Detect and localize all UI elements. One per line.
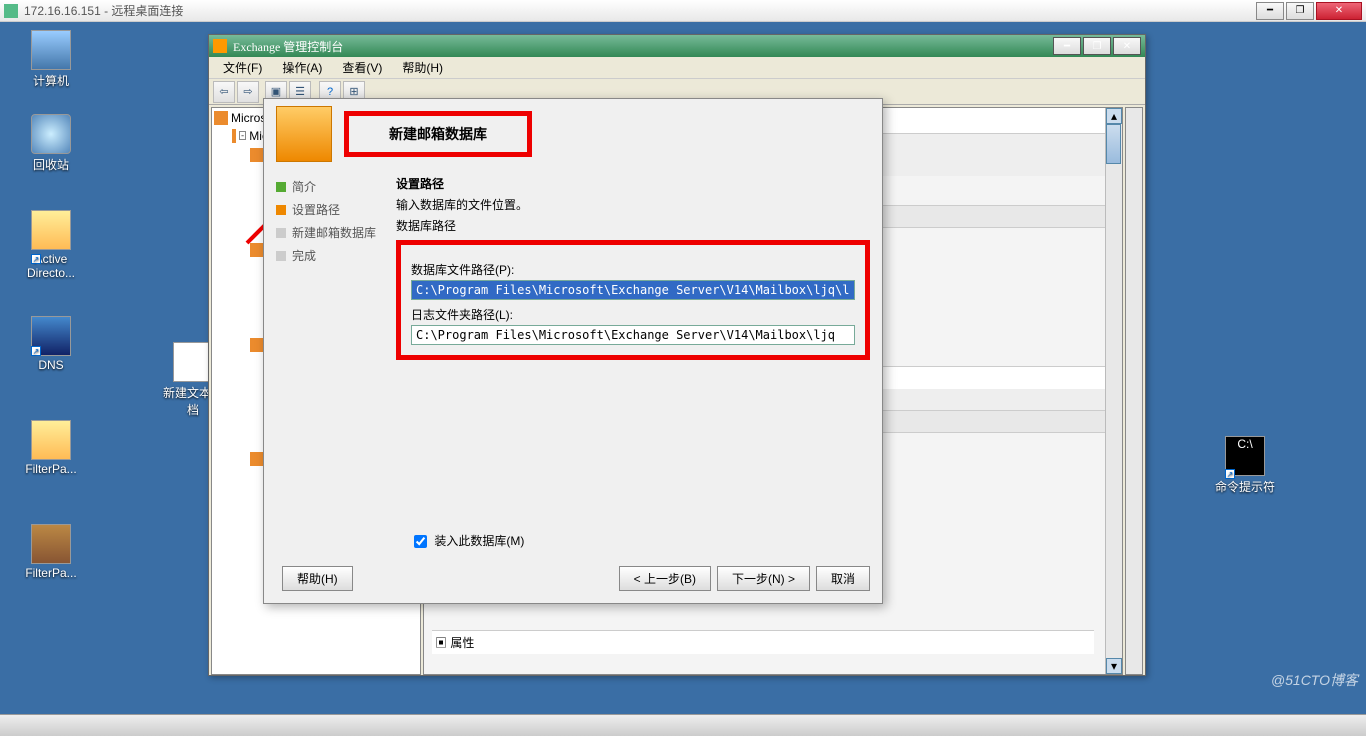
remote-desktop: 计算机 回收站 ↗Active Directo... ↗DNS FilterPa… [0,22,1366,714]
next-button[interactable]: 下一步(N) > [717,566,810,591]
mount-database-checkbox[interactable] [414,535,427,548]
rdp-icon [4,4,18,18]
tb-forward-button[interactable]: ⇨ [237,81,259,103]
mailbox-database-icon [276,106,332,162]
step-set-path: 设置路径 [276,198,396,221]
menu-view[interactable]: 查看(V) [332,57,392,78]
mmc-menubar: 文件(F) 操作(A) 查看(V) 帮助(H) [209,57,1145,79]
desktop-icon-cmd[interactable]: C:\↗命令提示符 [1210,436,1280,495]
menu-help[interactable]: 帮助(H) [392,57,453,78]
help-button[interactable]: 帮助(H) [282,566,353,591]
tb-back-button[interactable]: ⇦ [213,81,235,103]
step-new-db: 新建邮箱数据库 [276,221,396,244]
wizard-banner: 新建邮箱数据库 [264,99,882,169]
paths-group-highlight: 数据库文件路径(P): 日志文件夹路径(L): [396,240,870,360]
group-title: 数据库路径 [396,217,870,234]
cancel-button[interactable]: 取消 [816,566,870,591]
log-path-input[interactable] [411,325,855,345]
mmc-close-button[interactable]: ✕ [1113,37,1141,55]
mmc-minimize-button[interactable]: ━ [1053,37,1081,55]
desktop-icon-filterpack2[interactable]: FilterPa... [16,524,86,580]
rdp-minimize-button[interactable]: ━ [1256,2,1284,20]
new-mailbox-database-wizard: 新建邮箱数据库 简介 设置路径 新建邮箱数据库 完成 设置路径 输入数据库的文件… [263,98,883,604]
desktop-icon-filterpack1[interactable]: FilterPa... [16,420,86,476]
mmc-title-text: Exchange 管理控制台 [233,38,1051,55]
mmc-titlebar[interactable]: Exchange 管理控制台 ━ ❐ ✕ [209,35,1145,57]
menu-action[interactable]: 操作(A) [272,57,332,78]
wizard-steps: 简介 设置路径 新建邮箱数据库 完成 [276,175,396,539]
log-path-label: 日志文件夹路径(L): [411,306,855,323]
rdp-titlebar: 172.16.16.151 - 远程桌面连接 ━ ❐ ✕ [0,0,1366,22]
rdp-maximize-button[interactable]: ❐ [1286,2,1314,20]
db-path-input[interactable] [411,280,855,300]
desktop-icon-active-directory[interactable]: ↗Active Directo... [16,210,86,280]
form-description: 输入数据库的文件位置。 [396,196,870,213]
wizard-form: 设置路径 输入数据库的文件位置。 数据库路径 数据库文件路径(P): 日志文件夹… [396,175,870,539]
exchange-icon [213,39,227,53]
mmc-maximize-button[interactable]: ❐ [1083,37,1111,55]
desktop-icon-computer[interactable]: 计算机 [16,30,86,89]
rdp-close-button[interactable]: ✕ [1316,2,1362,20]
desktop-icon-recyclebin[interactable]: 回收站 [16,114,86,173]
form-title: 设置路径 [396,175,870,192]
center-scrollbar[interactable]: ▴▾ [1105,108,1122,674]
step-intro: 简介 [276,175,396,198]
properties-link[interactable]: 属性 [450,636,474,650]
back-button[interactable]: < 上一步(B) [619,566,711,591]
step-complete: 完成 [276,244,396,267]
rdp-title: 172.16.16.151 - 远程桌面连接 [24,2,1254,19]
desktop-icon-dns[interactable]: ↗DNS [16,316,86,372]
host-taskbar[interactable] [0,714,1366,736]
actions-pane-collapsed[interactable] [1125,107,1143,675]
db-path-label: 数据库文件路径(P): [411,261,855,278]
mount-database-checkbox-row[interactable]: 装入此数据库(M) [414,532,524,549]
watermark: @51CTO博客 [1271,670,1358,690]
wizard-title: 新建邮箱数据库 [344,111,532,157]
menu-file[interactable]: 文件(F) [213,57,272,78]
